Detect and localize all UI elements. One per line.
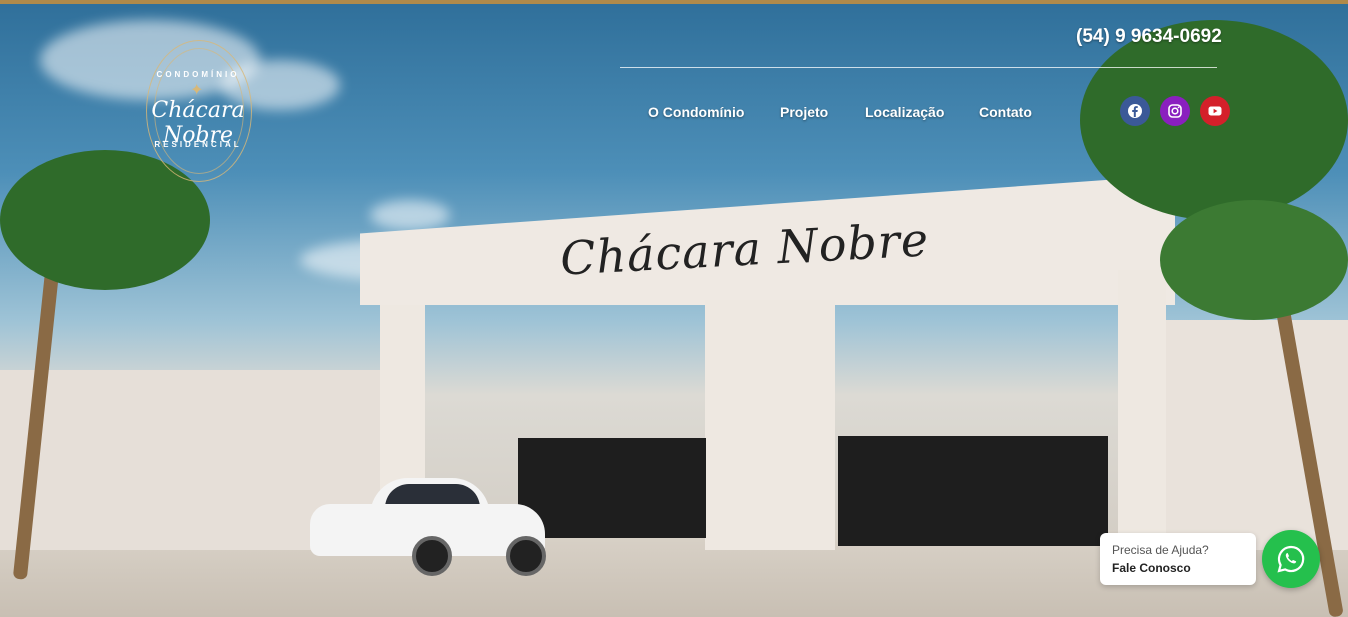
logo[interactable]: CONDOMÍNIO ✦ Chácara Nobre RESIDENCIAL [118,40,278,182]
help-line-2: Fale Conosco [1112,561,1191,575]
gate-right [838,436,1108,546]
logo-bottom-text: RESIDENCIAL [154,140,242,149]
nav-localizacao[interactable]: Localização [865,104,944,120]
hero-banner: Chácara Nobre CONDOMÍNIO ✦ Chácara Nobre… [0,0,1348,617]
youtube-icon [1208,106,1222,116]
instagram-button[interactable] [1160,96,1190,126]
trees [1160,200,1348,320]
help-line-1: Precisa de Ajuda? [1112,543,1209,557]
help-tooltip[interactable]: Precisa de Ajuda? Fale Conosco [1100,533,1256,585]
compass-star-icon: ✦ [190,82,204,99]
nav-contato[interactable]: Contato [979,104,1032,120]
whatsapp-button[interactable] [1262,530,1320,588]
car [310,474,546,576]
header-divider [620,67,1217,68]
whatsapp-icon [1277,545,1305,573]
guard-house [705,300,835,550]
instagram-icon [1168,104,1182,118]
gate-left [518,438,706,538]
facebook-button[interactable] [1120,96,1150,126]
phone-number[interactable]: (54) 9 9634-0692 [1076,26,1222,48]
facebook-icon [1128,104,1142,118]
top-accent-bar [0,0,1348,4]
youtube-button[interactable] [1200,96,1230,126]
nav-o-condominio[interactable]: O Condomínio [648,104,744,120]
logo-top-text: CONDOMÍNIO [156,70,240,79]
pillar [1118,270,1166,550]
nav-projeto[interactable]: Projeto [780,104,828,120]
cloud [370,200,450,230]
